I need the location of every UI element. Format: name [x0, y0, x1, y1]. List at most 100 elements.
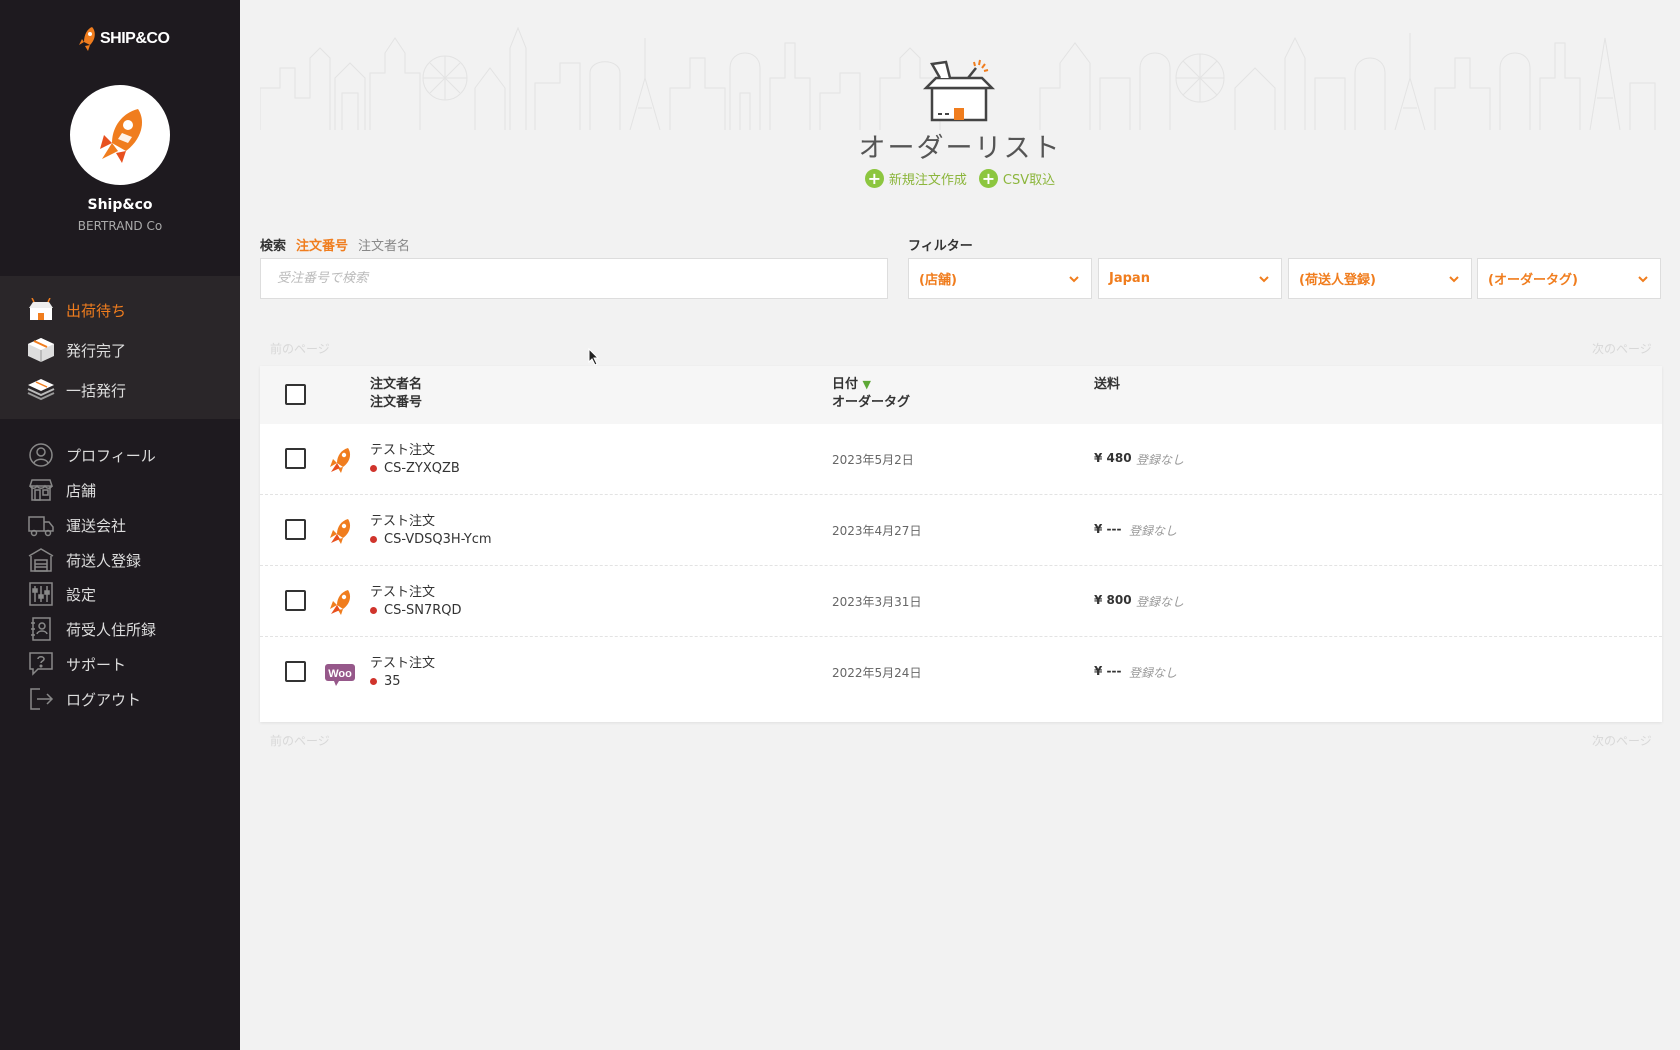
row-checkbox[interactable]: [285, 590, 306, 611]
chevron-down-icon: [1449, 276, 1459, 283]
filter-order-tag-value: (オーダータグ): [1488, 273, 1578, 288]
logout-icon: [27, 685, 55, 713]
shipandco-rocket-icon: [330, 590, 351, 615]
search-option-customer-name[interactable]: 注文者名: [358, 235, 410, 254]
rocket-logo-icon: [79, 27, 95, 51]
sidebar-item-carriers[interactable]: 運送会社: [0, 508, 240, 542]
next-page-link-bottom[interactable]: 次のページ: [1592, 732, 1652, 749]
search-option-order-number[interactable]: 注文番号: [296, 235, 348, 254]
filter-order-tag-select[interactable]: (オーダータグ): [1477, 258, 1661, 299]
chevron-down-icon: [1069, 276, 1079, 283]
sidebar-item-settings[interactable]: 設定: [0, 577, 240, 611]
sidebar-item-shop[interactable]: 店舗: [0, 473, 240, 507]
sidebar-item-profile[interactable]: プロフィール: [0, 438, 240, 472]
order-number[interactable]: CS-VDSQ3H-Ycm: [370, 532, 492, 547]
order-number-text: 35: [384, 674, 401, 689]
account-company: BERTRAND Co: [77, 219, 163, 233]
csv-import-button[interactable]: + CSV取込: [978, 169, 1055, 188]
prev-page-link-bottom[interactable]: 前のページ: [270, 732, 330, 749]
main-content: オーダーリスト + 新規注文作成 + CSV取込 検索 注文番号 注文者名 フィ…: [240, 0, 1680, 1050]
order-tag-status: 登録なし: [1129, 666, 1178, 680]
mouse-cursor-icon: [588, 348, 600, 366]
order-date: 2022年5月24日: [832, 666, 922, 680]
table-row[interactable]: テスト注文 CS-ZYXQZB 2023年5月2日 ¥ 480 登録なし: [260, 424, 1662, 495]
row-checkbox[interactable]: [285, 448, 306, 469]
filter-shop-select[interactable]: (店舗): [908, 258, 1092, 299]
table-row[interactable]: テスト注文 CS-SN7RQD 2023年3月31日 ¥ 800 登録なし: [260, 566, 1662, 637]
order-date: 2023年4月27日: [832, 524, 922, 538]
store-box-icon: [27, 296, 55, 324]
order-tag-status: 登録なし: [1136, 595, 1185, 609]
help-icon: [27, 650, 55, 678]
search-label: 検索: [260, 239, 287, 254]
order-date: 2023年5月2日: [832, 453, 914, 467]
header-order-tag: オーダータグ: [832, 395, 911, 410]
sidebar-item-bulk-issue[interactable]: 一括発行: [0, 373, 240, 407]
sidebar-item-pending[interactable]: 出荷待ち: [0, 293, 240, 327]
sort-desc-icon: ▼: [862, 378, 872, 391]
order-number[interactable]: 35: [370, 674, 401, 689]
app-window: SHIP&CO Ship&co BERTRAND Co 出荷待ち 発行完了 一括…: [0, 0, 1680, 1050]
header-order-number: 注文番号: [370, 395, 423, 410]
order-number[interactable]: CS-SN7RQD: [370, 603, 462, 618]
row-checkbox[interactable]: [285, 519, 306, 540]
package-icon: [27, 336, 55, 364]
shipandco-rocket-icon: [330, 448, 351, 473]
open-box-store-icon: [922, 59, 996, 122]
warehouse-icon: [27, 546, 55, 574]
filter-shipper-value: (荷送人登録): [1299, 273, 1376, 288]
order-number-text: CS-ZYXQZB: [384, 461, 460, 476]
next-page-link-top[interactable]: 次のページ: [1592, 340, 1652, 357]
sidebar-item-shipper[interactable]: 荷送人登録: [0, 543, 240, 577]
table-row[interactable]: テスト注文 CS-VDSQ3H-Ycm 2023年4月27日 ¥ --- 登録な…: [260, 495, 1662, 566]
truck-icon: [27, 511, 55, 539]
new-order-label: 新規注文作成: [888, 173, 967, 188]
table-row[interactable]: Woo テスト注文 35 2022年5月24日 ¥ --- 登録なし: [260, 637, 1662, 708]
sidebar-item-label: 設定: [66, 585, 97, 604]
new-order-button[interactable]: + 新規注文作成: [864, 169, 967, 188]
avatar[interactable]: [70, 85, 170, 185]
woocommerce-icon: Woo: [325, 664, 355, 686]
search-label-row: 検索 注文番号 注文者名: [260, 235, 410, 254]
select-all-checkbox[interactable]: [285, 384, 306, 405]
order-customer-name: テスト注文: [370, 656, 436, 671]
shop-icon: [27, 476, 55, 504]
filter-shop-value: (店舗): [919, 273, 957, 288]
sidebar-item-issued[interactable]: 発行完了: [0, 333, 240, 367]
order-number[interactable]: CS-ZYXQZB: [370, 461, 460, 476]
profile-icon: [27, 441, 55, 469]
sidebar: SHIP&CO Ship&co BERTRAND Co 出荷待ち 発行完了 一括…: [0, 0, 240, 1050]
orders-table: 注文者名 注文番号 日付 ▼ オーダータグ 送料 テスト注文 CS-ZYXQZB…: [260, 366, 1662, 722]
header-date: 日付: [832, 377, 859, 392]
order-tag-status: 登録なし: [1136, 453, 1185, 467]
chevron-down-icon: [1259, 276, 1269, 283]
sliders-icon: [27, 580, 55, 608]
sidebar-item-address-book[interactable]: 荷受人住所録: [0, 612, 240, 646]
table-header: 注文者名 注文番号 日付 ▼ オーダータグ 送料: [260, 366, 1662, 424]
chevron-down-icon: [1638, 276, 1648, 283]
sidebar-item-label: ログアウト: [66, 690, 142, 709]
header-customer-order[interactable]: 注文者名 注文番号: [370, 376, 422, 412]
prev-page-link-top[interactable]: 前のページ: [270, 340, 330, 357]
shipping-fee: ¥ 800: [1094, 593, 1132, 607]
sidebar-item-label: 荷受人住所録: [66, 620, 157, 639]
sidebar-item-logout[interactable]: ログアウト: [0, 682, 240, 716]
header-date-tag[interactable]: 日付 ▼ オーダータグ: [832, 376, 910, 412]
sidebar-item-label: 荷送人登録: [66, 551, 142, 570]
order-customer-name: テスト注文: [370, 514, 436, 529]
row-checkbox[interactable]: [285, 661, 306, 682]
search-input[interactable]: [260, 258, 888, 299]
rocket-avatar-icon: [100, 109, 142, 163]
page-title: オーダーリスト: [858, 133, 1062, 164]
brand-logo[interactable]: SHIP&CO: [76, 24, 170, 54]
brand-text: SHIP&CO: [100, 30, 170, 47]
header-shipping-fee: 送料: [1094, 377, 1121, 392]
filter-country-select[interactable]: Japan: [1098, 258, 1282, 299]
sidebar-item-support[interactable]: サポート: [0, 647, 240, 681]
sidebar-item-label: サポート: [66, 655, 127, 674]
account-name: Ship&co: [87, 197, 153, 213]
shipping-fee: ¥ ---: [1094, 522, 1122, 536]
sidebar-item-label: 出荷待ち: [66, 301, 127, 320]
order-date: 2023年3月31日: [832, 595, 922, 609]
filter-shipper-select[interactable]: (荷送人登録): [1288, 258, 1472, 299]
